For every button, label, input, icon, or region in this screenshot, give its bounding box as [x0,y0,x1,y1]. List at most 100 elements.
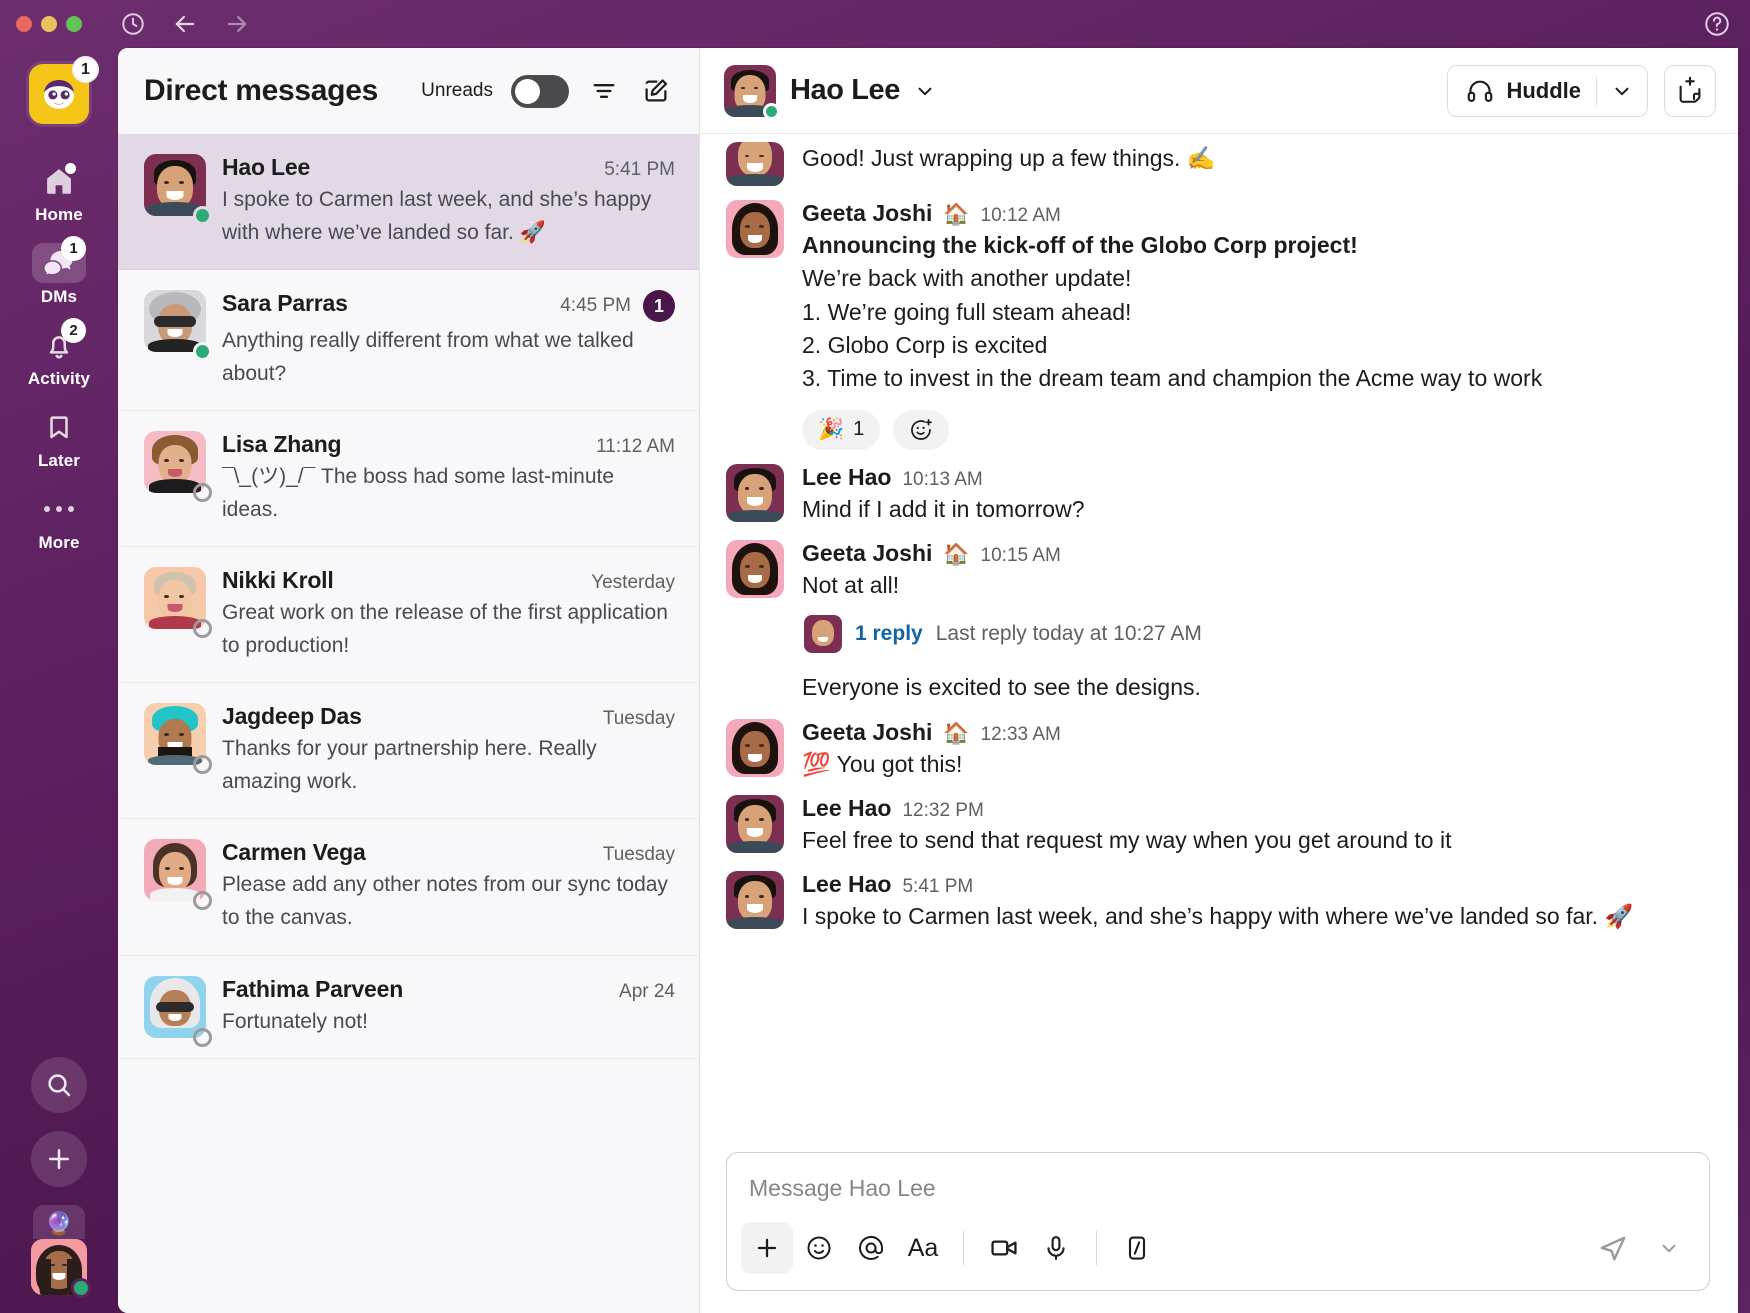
rail-bottom-actions: 🔮 [0,1057,118,1295]
message-text: Good! Just wrapping up a few things. ✍️ [802,142,1710,175]
thread-summary[interactable]: 1 reply Last reply today at 10:27 AM [804,615,1710,653]
ellipsis-icon [42,503,76,515]
list-item[interactable]: Fathima Parveen Apr 24 Fortunately not! [118,956,699,1060]
attach-button[interactable] [741,1222,793,1274]
add-reaction-icon [908,417,934,443]
message-composer[interactable]: Message Hao Lee [726,1152,1710,1291]
activity-unread-badge: 2 [61,318,86,343]
send-icon [1597,1232,1629,1264]
unreads-toggle[interactable] [511,75,569,108]
maximize-window-button[interactable] [66,16,82,32]
audio-clip-icon [1041,1233,1071,1263]
clock-history-icon[interactable] [118,9,148,39]
avatar [726,200,784,450]
audio-clip-button[interactable] [1030,1222,1082,1274]
list-item-preview: ¯\_(ツ)_/¯ The boss had some last-minute … [222,461,675,526]
thread-reply-count[interactable]: 1 reply [855,622,923,646]
search-button[interactable] [31,1057,87,1113]
slack-window: 1 Home [0,0,1750,1313]
message-timestamp: 10:15 AM [981,545,1061,567]
sidebar-item-later[interactable]: Later [13,400,105,476]
huddle-options-button[interactable] [1597,66,1647,116]
thread-last-reply: Last reply today at 10:27 AM [936,622,1202,646]
bookmark-icon [44,411,74,443]
list-item-time: Tuesday [603,708,675,730]
help-circle-icon[interactable] [1702,9,1732,39]
message: Lee Hao 5:41 PM I spoke to Carmen last w… [726,861,1710,937]
page-title: Direct messages [144,74,378,108]
list-item[interactable]: Nikki Kroll Yesterday Great work on the … [118,547,699,683]
message-composer-container: Message Hao Lee [700,1152,1738,1313]
list-item-name: Sara Parras [222,290,348,317]
conversation-title: Hao Lee [790,74,900,107]
sidebar-item-home[interactable]: Home [13,154,105,230]
avatar [726,142,784,186]
add-reaction-button[interactable] [893,410,949,450]
message-author: Lee Hao [802,464,891,491]
author-status-emoji: 🏠 [943,203,969,227]
avatar [726,795,784,857]
list-item-name: Hao Lee [222,154,310,181]
message: Lee Hao 10:13 AM Mind if I add it in tom… [726,454,1710,530]
list-item-time: 4:45 PM [560,295,631,317]
workspace-logo-icon [38,73,80,115]
dms-unread-badge: 1 [61,236,86,261]
minimize-window-button[interactable] [41,16,57,32]
list-item-time: Yesterday [591,572,675,594]
message-author: Geeta Joshi [802,719,932,746]
rail-navigation: Home 1 DMs [0,154,118,558]
user-status-emoji[interactable]: 🔮 [33,1205,85,1239]
send-button[interactable] [1587,1222,1639,1274]
presence-indicator [193,342,212,361]
author-status-emoji: 🏠 [943,543,969,567]
slash-command-button[interactable] [1111,1222,1163,1274]
reaction-pill[interactable]: 🎉 1 [802,410,880,450]
sidebar-item-activity[interactable]: 2 Activity [13,318,105,394]
list-item-name: Carmen Vega [222,839,366,866]
list-item[interactable]: Hao Lee 5:41 PM I spoke to Carmen last w… [118,134,699,270]
arrow-right-icon[interactable] [222,9,252,39]
message: Good! Just wrapping up a few things. ✍️ [726,140,1710,190]
close-window-button[interactable] [16,16,32,32]
filter-icon[interactable] [587,74,621,108]
composer-send-group [1587,1222,1695,1274]
user-profile-button[interactable]: 🔮 [31,1205,87,1295]
list-item-name: Lisa Zhang [222,431,341,458]
list-item-preview: Fortunately not! [222,1006,675,1039]
composer-toolbar: Aa [727,1214,1709,1290]
message-list: Good! Just wrapping up a few things. ✍️ [700,134,1738,1152]
conversation-title-button[interactable]: Hao Lee [724,65,936,117]
list-item[interactable]: Sara Parras 4:45 PM 1 Anything really di… [118,270,699,411]
sidebar-item-label: DMs [41,287,77,307]
message-timestamp: 10:12 AM [981,205,1061,227]
list-item[interactable]: Carmen Vega Tuesday Please add any other… [118,819,699,955]
video-clip-button[interactable] [978,1222,1030,1274]
list-item-preview: Please add any other notes from our sync… [222,869,675,934]
arrow-left-icon[interactable] [170,9,200,39]
compose-icon[interactable] [639,74,673,108]
message-author: Lee Hao [802,795,891,822]
list-item[interactable]: Jagdeep Das Tuesday Thanks for your part… [118,683,699,819]
message-timestamp: 10:13 AM [902,469,982,491]
unread-count-badge: 1 [643,290,675,322]
mention-button[interactable] [845,1222,897,1274]
workspace-unread-badge: 1 [72,56,99,83]
workspace-switcher-button[interactable]: 1 [29,64,89,124]
window-controls [16,16,82,32]
formatting-button[interactable]: Aa [897,1222,949,1274]
chevron-down-icon[interactable] [914,80,936,102]
send-options-button[interactable] [1643,1222,1695,1274]
chevron-down-icon [1611,80,1633,102]
emoji-button[interactable] [793,1222,845,1274]
huddle-button[interactable]: Huddle [1447,65,1648,117]
plus-icon [44,1144,74,1174]
create-new-button[interactable] [31,1131,87,1187]
message-author: Geeta Joshi [802,540,932,567]
sidebar-item-dms[interactable]: 1 DMs [13,236,105,312]
sidebar-item-more[interactable]: More [13,482,105,558]
message-heading: Announcing the kick-off of the Globo Cor… [802,229,1710,262]
message-input[interactable]: Message Hao Lee [727,1153,1709,1214]
list-item[interactable]: Lisa Zhang 11:12 AM ¯\_(ツ)_/¯ The boss h… [118,411,699,547]
message-text: 3. Time to invest in the dream team and … [802,362,1710,395]
new-canvas-button[interactable] [1664,65,1716,117]
